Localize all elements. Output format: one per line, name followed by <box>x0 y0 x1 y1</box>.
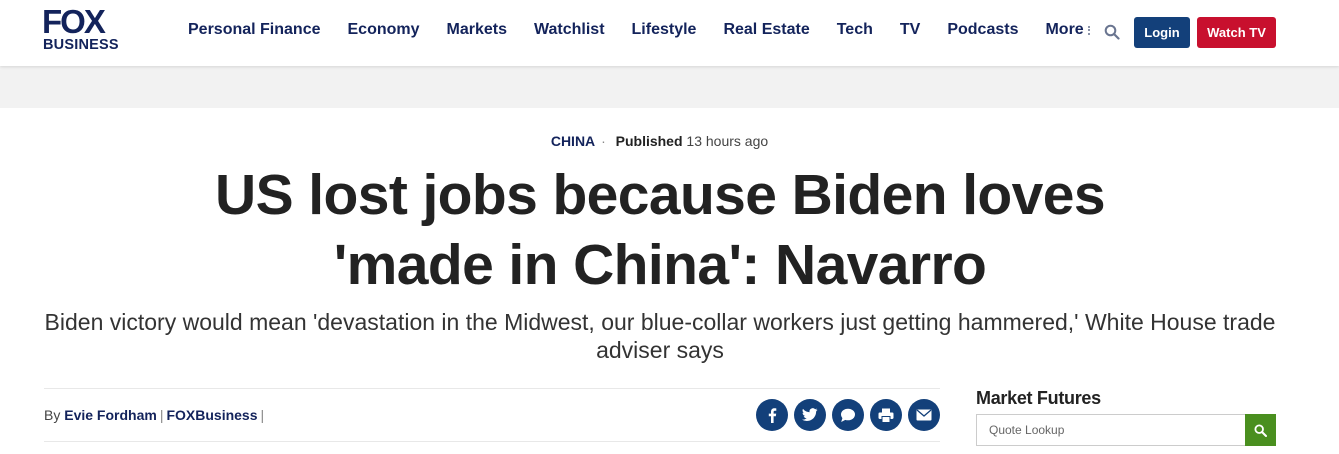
comment-icon[interactable] <box>832 399 864 431</box>
share-buttons <box>750 399 940 431</box>
headline-line-1: US lost jobs because Biden loves <box>215 163 1106 227</box>
nav-watchlist[interactable]: Watchlist <box>534 20 605 40</box>
watch-tv-button[interactable]: Watch TV <box>1197 17 1276 48</box>
market-futures-title: Market Futures <box>976 388 1101 408</box>
nav-markets[interactable]: Markets <box>447 20 507 40</box>
byline-divider: | <box>159 407 164 423</box>
login-button[interactable]: Login <box>1134 17 1190 48</box>
nav-more[interactable]: More <box>1045 20 1090 40</box>
published-label: Published <box>615 133 683 149</box>
byline: By Evie Fordham | FOXBusiness | <box>44 406 267 424</box>
outlet-link[interactable]: FOXBusiness <box>166 407 257 423</box>
site-header: FOX BUSINESS Personal Finance Economy Ma… <box>0 0 1339 66</box>
article-eyebrow: CHINA · Published 13 hours ago <box>0 132 1319 150</box>
search-icon <box>1254 423 1267 437</box>
facebook-icon[interactable] <box>756 399 788 431</box>
article-headline: US lost jobs because Biden loves 'made i… <box>150 160 1170 300</box>
nav-lifestyle[interactable]: Lifestyle <box>632 20 697 40</box>
byline-prefix: By <box>44 407 61 423</box>
byline-divider: | <box>260 407 265 423</box>
search-icon[interactable] <box>1104 24 1120 40</box>
nav-tech[interactable]: Tech <box>837 20 873 40</box>
email-icon[interactable] <box>908 399 940 431</box>
print-icon[interactable] <box>870 399 902 431</box>
headline-line-2: 'made in China': Navarro <box>333 233 987 297</box>
article-subheadline: Biden victory would mean 'devastation in… <box>44 309 1276 363</box>
quote-search-button[interactable] <box>1245 414 1276 446</box>
nav-personal-finance[interactable]: Personal Finance <box>188 20 321 40</box>
more-dots-icon <box>1087 24 1091 36</box>
nav-podcasts[interactable]: Podcasts <box>947 20 1018 40</box>
logo-fox-text: FOX <box>42 3 106 40</box>
nav-real-estate[interactable]: Real Estate <box>723 20 809 40</box>
nav-tv[interactable]: TV <box>900 20 920 40</box>
byline-row: By Evie Fordham | FOXBusiness | <box>44 388 940 442</box>
logo-business-text: BUSINESS <box>43 37 119 53</box>
eyebrow-separator: · <box>601 133 606 149</box>
quote-lookup-input[interactable] <box>976 414 1245 446</box>
nav-economy[interactable]: Economy <box>348 20 420 40</box>
twitter-icon[interactable] <box>794 399 826 431</box>
author-link[interactable]: Evie Fordham <box>64 407 157 423</box>
fox-business-logo[interactable]: FOX BUSINESS <box>42 4 142 56</box>
published-time: 13 hours ago <box>686 133 769 149</box>
nav-more-label: More <box>1045 21 1084 38</box>
ad-band <box>0 66 1339 108</box>
category-link[interactable]: CHINA <box>551 133 595 149</box>
main-nav: Personal Finance Economy Markets Watchli… <box>188 20 1118 40</box>
